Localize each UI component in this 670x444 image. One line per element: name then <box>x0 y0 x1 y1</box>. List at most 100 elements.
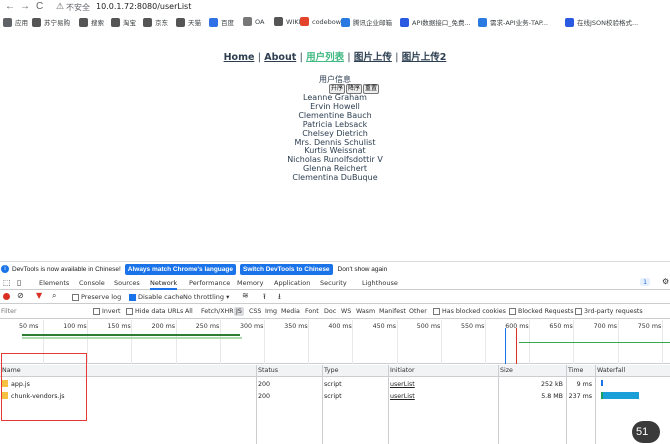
bookmark-label: 苏宁易购 <box>44 19 70 27</box>
tab-sources[interactable]: Sources <box>114 279 140 287</box>
inspect-icon[interactable]: ⬚ <box>3 278 11 287</box>
messages-count-badge[interactable]: 1 <box>640 278 651 286</box>
switch-language-button[interactable]: Switch DevTools to Chinese <box>239 263 333 275</box>
bookmark-item[interactable]: codebowl <box>300 17 343 26</box>
tab-application[interactable]: Application <box>274 279 310 287</box>
record-icon[interactable] <box>3 293 10 300</box>
tab-elements[interactable]: Elements <box>39 279 69 287</box>
filter-type-ws[interactable]: WS <box>341 308 351 315</box>
request-table: Name Status Type Initiator Size Time Wat… <box>0 365 670 444</box>
waterfall-bar-app <box>601 380 603 386</box>
bookmark-item[interactable]: 淘宝 <box>111 17 136 27</box>
request-initiator[interactable]: userList <box>388 391 415 403</box>
tab-memory[interactable]: Memory <box>237 279 263 287</box>
bookmark-item[interactable]: 需求-API业务-TAP... <box>478 17 548 27</box>
bookmark-item[interactable]: API数据接口_免费... <box>400 17 471 27</box>
waterfall-bar-vendors-wait <box>601 392 603 399</box>
security-label[interactable]: 不安全 <box>66 2 90 13</box>
tab-network[interactable]: Network <box>150 279 178 290</box>
disable-cache-checkbox[interactable]: Disable cache <box>129 293 183 301</box>
col-header-waterfall[interactable]: Waterfall <box>595 365 670 377</box>
nav-link[interactable]: 图片上传2 <box>402 52 447 63</box>
search-icon[interactable]: ⌕ <box>52 291 56 301</box>
network-conditions-icon[interactable]: ≋ <box>242 291 249 300</box>
reload-icon[interactable]: C <box>36 1 43 12</box>
col-header-type[interactable]: Type <box>322 365 388 377</box>
bookmark-item[interactable]: 搜索 <box>79 17 104 27</box>
third-party-checkbox[interactable]: 3rd-party requests <box>575 308 643 315</box>
user-name: Clementina DuBuque <box>292 173 378 183</box>
filter-type-wasm[interactable]: Wasm <box>356 308 375 315</box>
tab-lighthouse[interactable]: Lighthouse <box>362 279 398 287</box>
back-icon[interactable]: ← <box>5 1 15 12</box>
export-har-icon[interactable]: ⭳ <box>278 291 281 305</box>
request-size-text: 5.8 MB <box>541 393 563 400</box>
filter-type-img[interactable]: Img <box>265 308 277 315</box>
tab-performance[interactable]: Performance <box>189 279 230 287</box>
filter-type-manifest[interactable]: Manifest <box>379 308 406 315</box>
bookmark-icon <box>79 17 88 27</box>
bookmark-item[interactable]: 百度 <box>209 17 234 27</box>
filter-type-js[interactable]: JS <box>234 307 244 316</box>
hide-data-urls-checkbox[interactable]: Hide data URLs <box>126 308 183 315</box>
bookmark-icon <box>565 17 574 27</box>
bookmark-item[interactable]: 苏宁易购 <box>32 17 70 27</box>
import-har-icon[interactable]: ⭱ <box>263 291 266 305</box>
bookmark-item[interactable]: OA <box>243 17 264 26</box>
bookmark-item[interactable]: WIKI <box>274 17 301 26</box>
page-content: Home | About | 用户列表 | 图片上传 | 图片上传2 用户信息 … <box>0 32 670 260</box>
bookmark-item[interactable]: 天猫 <box>176 17 201 27</box>
invert-checkbox[interactable]: Invert <box>93 308 121 315</box>
preserve-log-checkbox[interactable]: Preserve log <box>72 293 121 301</box>
bookmark-item[interactable]: 应用 <box>3 17 28 27</box>
bookmark-icon <box>243 17 252 26</box>
blocked-requests-checkbox[interactable]: Blocked Requests <box>509 308 574 315</box>
dont-show-again-button[interactable]: Don't show again <box>338 266 388 273</box>
nav-link[interactable]: About <box>264 52 296 63</box>
col-header-status[interactable]: Status <box>256 365 322 377</box>
forward-icon[interactable]: → <box>20 1 30 12</box>
nav-link[interactable]: 用户列表 <box>306 52 344 63</box>
nav-separator: | <box>395 52 399 63</box>
filter-type-fetch-xhr[interactable]: Fetch/XHR <box>201 308 234 315</box>
col-header-time[interactable]: Time <box>566 365 595 377</box>
bookmark-label: OA <box>255 17 265 26</box>
match-language-button[interactable]: Always match Chrome's language <box>124 263 236 275</box>
url-field[interactable]: 10.0.1.72:8080/userList <box>96 2 191 11</box>
bookmark-icon <box>341 17 350 27</box>
throttling-select[interactable]: No throttling ▾ <box>183 293 229 301</box>
network-overview[interactable]: 50 ms 100 ms 150 ms 200 ms 250 ms 300 ms 350 m… <box>0 320 670 364</box>
blocked-cookies-checkbox[interactable]: Has blocked cookies <box>433 308 506 315</box>
clear-icon[interactable]: ⊘ <box>17 291 24 300</box>
bookmark-item[interactable]: 京东 <box>143 17 168 27</box>
filter-type-all[interactable]: All <box>185 308 193 315</box>
tab-security[interactable]: Security <box>320 279 347 287</box>
bookmark-item[interactable]: 在线JSON校验格式... <box>565 17 638 27</box>
filter-type-other[interactable]: Other <box>409 308 427 315</box>
filter-type-doc[interactable]: Doc <box>324 308 336 315</box>
bookmark-label: 淘宝 <box>123 19 136 27</box>
device-toggle-icon[interactable]: ▯ <box>17 278 21 287</box>
col-header-size[interactable]: Size <box>498 365 566 377</box>
nav-separator: | <box>299 52 303 63</box>
tab-console[interactable]: Console <box>79 279 105 287</box>
filter-input[interactable]: Filter <box>1 308 17 315</box>
filter-type-font[interactable]: Font <box>305 308 319 315</box>
request-initiator-text: userList <box>390 381 415 388</box>
warning-icon[interactable]: ⚠ <box>56 1 64 12</box>
filter-type-css[interactable]: CSS <box>249 308 261 315</box>
filter-type-media[interactable]: Media <box>281 308 300 315</box>
waterfall <box>601 380 639 399</box>
filter-icon[interactable]: ▼ <box>36 291 42 300</box>
nav-link[interactable]: 图片上传 <box>354 52 392 63</box>
settings-gear-icon[interactable]: ⚙ <box>662 277 669 286</box>
bookmark-label: 百度 <box>221 19 234 27</box>
request-initiator[interactable]: userList <box>388 379 415 391</box>
user-list: Leanne Graham Ervin Howell Clementine Bauc… <box>0 93 670 183</box>
col-header-initiator[interactable]: Initiator <box>388 365 498 377</box>
request-type: script <box>322 379 342 391</box>
overlay-badge: 51 <box>632 421 660 443</box>
nav-link[interactable]: Home <box>224 52 255 63</box>
bookmark-icon <box>274 17 283 26</box>
bookmark-item[interactable]: 腾讯企业邮箱 <box>341 17 392 27</box>
